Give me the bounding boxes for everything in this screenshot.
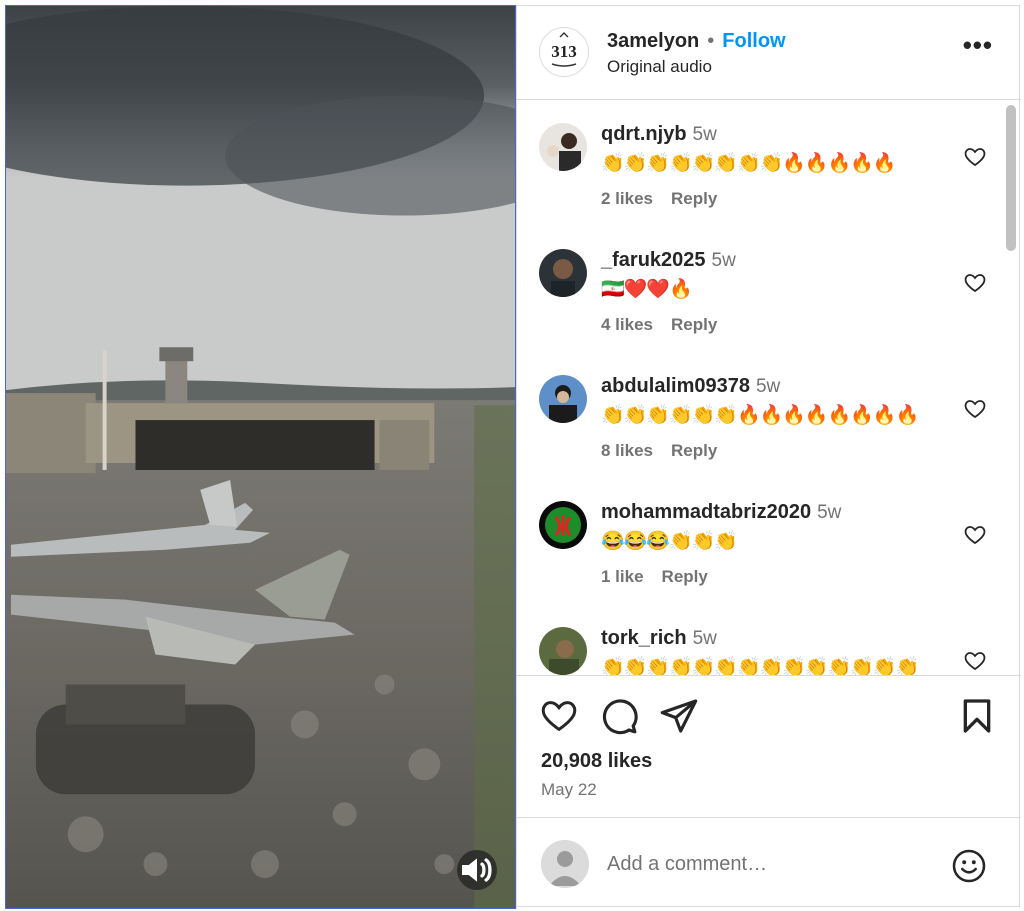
comment-username[interactable]: mohammadtabriz2020 5w [601,501,841,524]
owner-avatar[interactable]: 313 [539,27,589,77]
comment-likes[interactable]: 1 like [601,567,644,586]
post-header: 313 3amelyon • Follow Original audio ••• [517,5,1021,100]
like-comment-heart-icon[interactable] [963,397,987,421]
comment-item: qdrt.njyb 5w 👏👏👏👏👏👏👏👏🔥🔥🔥🔥🔥 2 likes Reply [517,101,997,227]
comment-meta: 1 like Reply [601,567,708,587]
comment-item: mohammadtabriz2020 5w 😂😂😂👏👏👏 1 like Reply [517,479,997,605]
comment-likes[interactable]: 2 likes [601,189,653,208]
owner-avatar-image: 313 [551,32,577,67]
sound-toggle-button[interactable] [457,850,497,890]
speaker-icon [462,858,492,882]
comment-item: _faruk2025 5w 🇮🇷❤️❤️🔥 4 likes Reply [517,227,997,353]
video-frame [6,6,515,908]
svg-text:313: 313 [551,42,577,61]
comment-avatar[interactable] [539,627,587,675]
like-comment-heart-icon[interactable] [963,271,987,295]
add-comment-bar [517,817,1021,909]
comment-text: 👏👏👏👏👏👏👏👏👏👏👏👏👏👏 [601,657,919,675]
owner-username[interactable]: 3amelyon [607,30,699,53]
post-likes-count[interactable]: 20,908 likes [541,750,652,773]
like-comment-heart-icon[interactable] [963,145,987,169]
comment-likes[interactable]: 4 likes [601,315,653,334]
share-send-icon[interactable] [659,696,699,736]
comment-item: tork_rich 5w 👏👏👏👏👏👏👏👏👏👏👏👏👏👏 [517,605,997,675]
like-heart-icon[interactable] [539,696,579,736]
comments-scrollbar[interactable] [1006,105,1016,251]
comment-time: 5w [817,502,842,523]
save-bookmark-icon[interactable] [957,696,997,736]
comment-username[interactable]: abdulalim09378 5w [601,375,780,398]
reply-button[interactable]: Reply [671,315,717,334]
audio-label[interactable]: Original audio [607,57,712,77]
post-date: May 22 [541,780,597,799]
like-comment-heart-icon[interactable] [963,649,987,673]
separator-dot: • [707,30,715,52]
comment-bubble-icon[interactable] [599,696,639,736]
add-comment-input[interactable] [607,848,927,880]
my-avatar [541,840,589,888]
more-options-icon[interactable]: ••• [963,32,993,58]
comment-time: 5w [692,124,717,145]
comment-username[interactable]: tork_rich 5w [601,627,717,650]
comment-meta: 8 likes Reply [601,441,717,461]
comment-meta: 2 likes Reply [601,189,717,209]
emoji-picker-icon[interactable] [951,848,987,884]
reply-button[interactable]: Reply [671,441,717,460]
comments-list[interactable]: qdrt.njyb 5w 👏👏👏👏👏👏👏👏🔥🔥🔥🔥🔥 2 likes Reply _… [517,101,1021,675]
reply-button[interactable]: Reply [662,567,708,586]
follow-button[interactable]: Follow [722,30,785,53]
comment-time: 5w [711,250,736,271]
comment-username[interactable]: _faruk2025 5w [601,249,736,272]
comment-time: 5w [692,628,717,649]
comment-likes[interactable]: 8 likes [601,441,653,460]
post-details-panel: 313 3amelyon • Follow Original audio •••… [516,5,1021,909]
owner-line: 3amelyon • Follow [607,30,786,53]
post-actions: 20,908 likes May 22 [517,675,1021,835]
comment-text: 😂😂😂👏👏👏 [601,531,738,552]
comment-text: 👏👏👏👏👏👏👏👏🔥🔥🔥🔥🔥 [601,153,897,174]
comment-avatar[interactable] [539,501,587,549]
comment-avatar[interactable] [539,375,587,423]
comment-username[interactable]: qdrt.njyb 5w [601,123,717,146]
comment-item: abdulalim09378 5w 👏👏👏👏👏👏🔥🔥🔥🔥🔥🔥🔥🔥 8 likes R… [517,353,997,479]
comment-avatar[interactable] [539,249,587,297]
comment-text: 🇮🇷❤️❤️🔥 [601,279,693,300]
comment-text: 👏👏👏👏👏👏🔥🔥🔥🔥🔥🔥🔥🔥 [601,405,919,426]
comment-meta: 4 likes Reply [601,315,717,335]
post-video[interactable] [5,5,516,909]
comment-avatar[interactable] [539,123,587,171]
like-comment-heart-icon[interactable] [963,523,987,547]
comment-time: 5w [755,376,781,397]
reply-button[interactable]: Reply [671,189,717,208]
